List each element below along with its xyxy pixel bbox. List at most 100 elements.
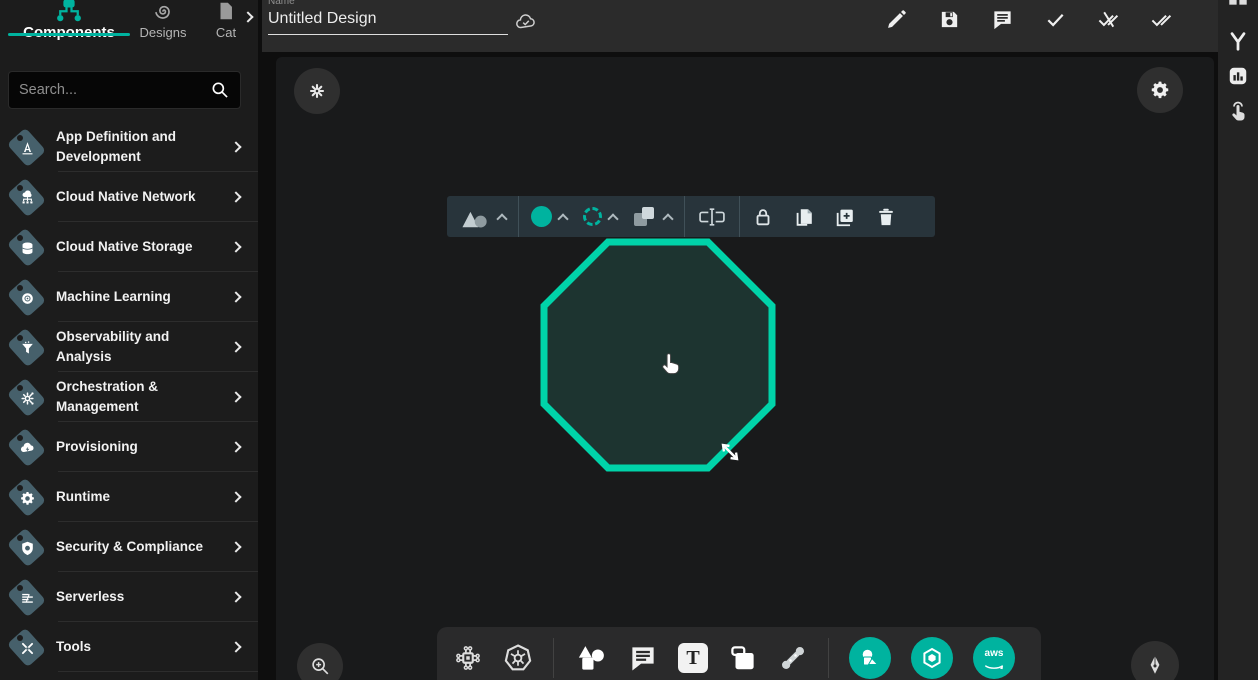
topbar-actions	[885, 8, 1173, 31]
panel-tabs: Components Designs Cat	[0, 0, 258, 56]
tab-components[interactable]: Components	[8, 0, 130, 41]
chevron-right-icon	[230, 591, 241, 602]
hexagon-icon	[920, 646, 944, 670]
tools-icon	[19, 640, 36, 657]
sidebar-item-serverless[interactable]: Serverless	[0, 572, 258, 622]
sidebar-item-machine-learning[interactable]: Machine Learning	[0, 272, 258, 322]
chevron-right-icon	[230, 191, 241, 202]
lock-icon[interactable]	[752, 206, 774, 228]
components-panel: Components Designs Cat	[0, 0, 258, 680]
divider	[828, 638, 829, 678]
runtime-icon	[19, 490, 36, 507]
hand-cursor	[657, 350, 683, 378]
category-label: Orchestration & Management	[56, 377, 218, 416]
cloud-saved-icon	[514, 10, 538, 34]
orchestration-icon	[19, 390, 36, 407]
kubernetes-catalog-button[interactable]	[911, 637, 953, 679]
chevron-up-icon	[557, 213, 568, 224]
pen-nib-icon	[1144, 654, 1166, 676]
merge-icon[interactable]	[1227, 30, 1249, 52]
trash-icon[interactable]	[875, 206, 897, 228]
arrange-button[interactable]	[633, 205, 672, 229]
observability-icon	[19, 340, 36, 357]
security-icon	[19, 540, 36, 557]
tab-designs[interactable]: Designs	[132, 0, 194, 40]
design-name-block: Name	[268, 0, 518, 35]
sidebar-item-cloud-native-storage[interactable]: Cloud Native Storage	[0, 222, 258, 272]
shapes-icon	[459, 205, 491, 229]
designs-icon	[152, 0, 174, 20]
fill-color-button[interactable]	[531, 206, 567, 227]
text-tool-icon[interactable]: T	[678, 643, 708, 673]
tap-icon[interactable]	[1226, 99, 1250, 123]
duplicate-icon[interactable]	[793, 206, 815, 228]
chevron-up-icon	[607, 213, 618, 224]
design-app: Components Designs Cat	[0, 0, 1258, 680]
tab-label: Designs	[132, 25, 194, 40]
gear-icon	[1149, 79, 1171, 101]
canvas-settings-button[interactable]	[1137, 67, 1183, 113]
design-name-input[interactable]	[268, 7, 508, 35]
aws-logo: aws	[985, 649, 1004, 659]
panels-icon[interactable]	[1227, 0, 1249, 8]
sidebar-item-app-definition-and-development[interactable]: App Definition and Development	[0, 122, 258, 172]
network-icon	[19, 190, 36, 207]
shapes-catalog-button[interactable]	[849, 637, 891, 679]
search-icon[interactable]	[210, 80, 230, 100]
comment-tool-icon[interactable]	[628, 643, 658, 673]
active-tab-underline	[8, 33, 130, 36]
circuit-icon[interactable]	[453, 643, 483, 673]
sidebar-item-cloud-native-network[interactable]: Cloud Native Network	[0, 172, 258, 222]
divider	[518, 196, 519, 237]
sidebar-item-runtime[interactable]: Runtime	[0, 472, 258, 522]
catalog-icon	[215, 0, 237, 20]
shape-context-toolbar	[447, 196, 935, 237]
chevron-up-icon	[662, 213, 673, 224]
zoom-in-button[interactable]	[297, 643, 343, 680]
shape-picker-button[interactable]	[459, 205, 506, 229]
chart-icon[interactable]	[1227, 65, 1249, 87]
meshsync-icon	[308, 82, 326, 100]
dashed-stroke-swatch	[583, 207, 602, 226]
design-canvas[interactable]: T aws	[276, 57, 1214, 680]
comment-icon[interactable]	[991, 8, 1014, 31]
provisioning-icon	[19, 440, 36, 457]
divider	[684, 196, 685, 237]
search-box	[8, 71, 241, 109]
canvas-bottom-toolbar: T aws	[437, 627, 1041, 680]
machine-learning-icon	[19, 290, 36, 307]
edit-icon[interactable]	[885, 8, 908, 31]
save-icon[interactable]	[938, 8, 961, 31]
kubernetes-icon[interactable]	[503, 643, 533, 673]
category-label: Observability and Analysis	[56, 327, 218, 366]
rename-icon[interactable]	[697, 206, 727, 228]
storage-icon	[19, 240, 36, 257]
uncheck-all-icon[interactable]	[1097, 8, 1120, 31]
aws-catalog-button[interactable]: aws	[973, 637, 1015, 679]
note-tool-icon[interactable]	[728, 643, 758, 673]
add-copy-icon[interactable]	[834, 206, 856, 228]
pen-tool-button[interactable]	[1131, 641, 1179, 680]
sidebar-item-tools[interactable]: Tools	[0, 622, 258, 672]
shapes-tool-icon[interactable]	[574, 643, 608, 673]
arrange-icon	[633, 205, 657, 229]
tabs-scroll-right-button[interactable]	[244, 8, 252, 26]
sidebar-item-provisioning[interactable]: Provisioning	[0, 422, 258, 472]
category-label: App Definition and Development	[56, 127, 218, 166]
search-input[interactable]	[19, 82, 210, 98]
aws-smile-icon	[983, 659, 1005, 667]
sidebar-item-observability-and-analysis[interactable]: Observability and Analysis	[0, 322, 258, 372]
sidebar-item-orchestration-management[interactable]: Orchestration & Management	[0, 372, 258, 422]
resize-handle-cursor	[716, 438, 744, 466]
category-label: Cloud Native Network	[56, 187, 218, 207]
meshsync-button[interactable]	[294, 68, 340, 114]
sidebar-item-security-compliance[interactable]: Security & Compliance	[0, 522, 258, 572]
edge-tool-icon[interactable]	[778, 643, 808, 673]
check-all-icon[interactable]	[1150, 8, 1173, 31]
check-icon[interactable]	[1044, 8, 1067, 31]
chevron-up-icon	[496, 213, 507, 224]
name-field-label: Name	[268, 0, 518, 7]
app-definition-icon	[19, 140, 36, 157]
stroke-style-button[interactable]	[583, 207, 617, 226]
chevron-right-icon	[230, 491, 241, 502]
